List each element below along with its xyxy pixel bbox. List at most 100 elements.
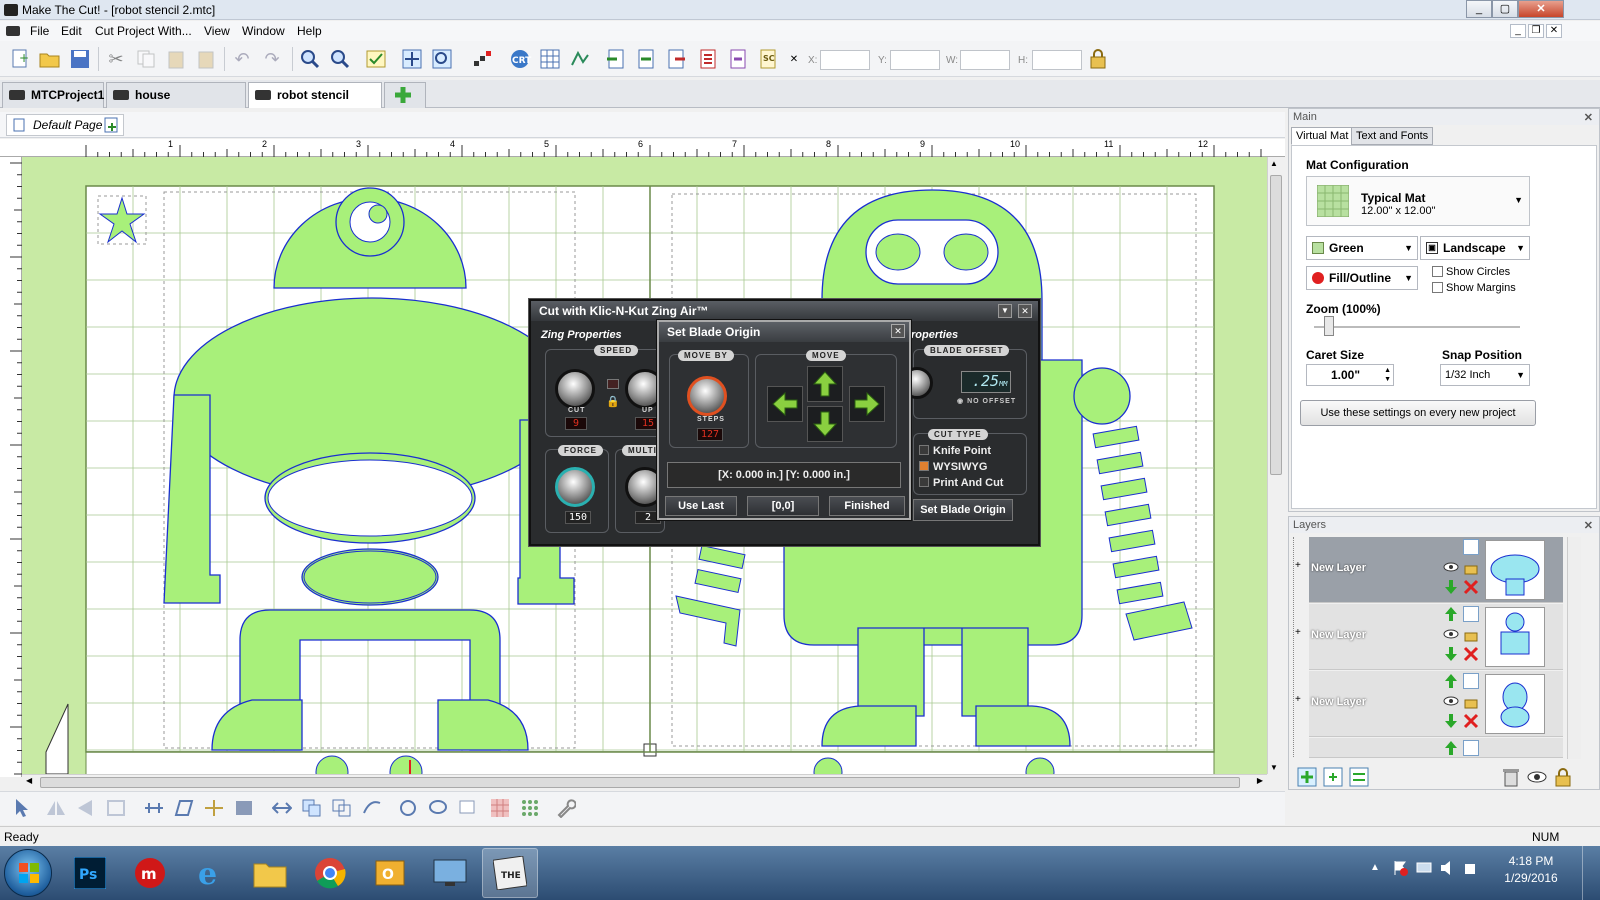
w-field[interactable]: [960, 50, 1010, 70]
lock-icon[interactable]: [1086, 47, 1110, 71]
delete-icon[interactable]: [1463, 646, 1479, 662]
show-margins-checkbox[interactable]: Show Margins: [1432, 282, 1516, 294]
redo-icon[interactable]: ↷: [260, 47, 284, 71]
layer-row[interactable]: [1309, 738, 1563, 758]
unlock-icon[interactable]: [1463, 559, 1479, 575]
tab-house-numbers[interactable]: house numbers.mtc: [106, 82, 246, 126]
select-arrow-icon[interactable]: [10, 796, 34, 820]
menu-view[interactable]: View: [204, 24, 230, 38]
paste-special-icon[interactable]: [194, 47, 218, 71]
make-the-cut-icon[interactable]: THE: [482, 848, 538, 898]
set-blade-origin-button[interactable]: Set Blade Origin: [913, 499, 1013, 521]
close-icon[interactable]: ✕: [1584, 518, 1593, 534]
sc-icon[interactable]: SC: [756, 47, 780, 71]
rotate-icon[interactable]: [396, 796, 420, 820]
layers-scrollbar[interactable]: [1567, 537, 1581, 759]
start-button[interactable]: [4, 849, 52, 897]
mirror-icon[interactable]: [104, 796, 128, 820]
merge-layer-icon[interactable]: [1349, 767, 1369, 787]
open-folder-icon[interactable]: [38, 47, 62, 71]
align-center-icon[interactable]: [634, 47, 658, 71]
system-clock[interactable]: 4:18 PM 1/29/2016: [1496, 853, 1566, 887]
link-toggle[interactable]: [607, 379, 619, 389]
maximize-button[interactable]: ▢: [1492, 0, 1518, 18]
center-icon[interactable]: [202, 796, 226, 820]
zoom-slider-thumb[interactable]: [1324, 316, 1335, 336]
mdi-close-button[interactable]: ✕: [1546, 24, 1562, 38]
dropdown-icon[interactable]: ▼: [998, 304, 1012, 318]
close-icon[interactable]: ✕: [1584, 110, 1593, 126]
photoshop-icon[interactable]: Ps: [62, 848, 118, 898]
group-icon[interactable]: [300, 796, 324, 820]
layer-row[interactable]: + New Layer: [1295, 671, 1563, 737]
apply-settings-button[interactable]: Use these settings on every new project: [1300, 400, 1536, 426]
shape-edit-icon[interactable]: [360, 796, 384, 820]
move-down-button[interactable]: [807, 406, 843, 442]
x-field[interactable]: [820, 50, 870, 70]
wrench-icon[interactable]: [554, 796, 578, 820]
move-up-icon[interactable]: [1443, 740, 1459, 756]
visibility-icon[interactable]: [1527, 767, 1547, 787]
pattern-fill-icon[interactable]: [488, 796, 512, 820]
steps-knob[interactable]: [687, 376, 727, 416]
document-icon[interactable]: [6, 26, 20, 36]
pdf-icon[interactable]: [696, 47, 720, 71]
move-left-button[interactable]: [767, 386, 803, 422]
delete-icon[interactable]: [1463, 713, 1479, 729]
knife-point-option[interactable]: Knife Point: [919, 445, 991, 457]
move-down-icon[interactable]: [1443, 713, 1459, 729]
move-up-icon[interactable]: [1443, 606, 1459, 622]
close-button[interactable]: ✕: [1518, 0, 1564, 18]
menu-cut-project[interactable]: Cut Project With...: [95, 24, 192, 38]
slant-icon[interactable]: [172, 796, 196, 820]
origin-zero-button[interactable]: [0,0]: [747, 496, 819, 516]
layer-row[interactable]: + New Layer: [1295, 537, 1563, 603]
unlock-icon[interactable]: [1463, 626, 1479, 642]
add-tab-button[interactable]: [384, 82, 426, 108]
checklist-icon[interactable]: [364, 47, 388, 71]
trace-icon[interactable]: [430, 47, 454, 71]
move-down-icon[interactable]: [1443, 579, 1459, 595]
volume-icon[interactable]: [1440, 860, 1456, 876]
align-left-icon[interactable]: [604, 47, 628, 71]
zoom-in-icon[interactable]: [298, 47, 322, 71]
move-up-icon[interactable]: [1443, 673, 1459, 689]
align-right-icon[interactable]: [664, 47, 688, 71]
grid-icon[interactable]: [1463, 606, 1479, 622]
crt-icon[interactable]: CRT: [508, 47, 532, 71]
explorer-icon[interactable]: [242, 848, 298, 898]
paste-icon[interactable]: [164, 47, 188, 71]
flip-horizontal-icon[interactable]: [44, 796, 68, 820]
layer-row[interactable]: + New Layer: [1295, 604, 1563, 670]
weld-icon[interactable]: [270, 796, 294, 820]
zoom-out-icon[interactable]: [328, 47, 352, 71]
ungroup-icon[interactable]: [330, 796, 354, 820]
new-file-icon[interactable]: +: [8, 47, 32, 71]
tab-robot-stencil[interactable]: robot stencil 2.mtc: [248, 82, 382, 126]
dots-icon[interactable]: [518, 796, 542, 820]
menu-window[interactable]: Window: [242, 24, 285, 38]
close-small-icon[interactable]: ✕: [786, 47, 802, 71]
snap-tool-icon[interactable]: [400, 47, 424, 71]
show-desktop-button[interactable]: [1582, 846, 1600, 900]
y-field[interactable]: [890, 50, 940, 70]
show-circles-checkbox[interactable]: Show Circles: [1432, 266, 1510, 278]
path-icon[interactable]: [568, 47, 592, 71]
frame-icon[interactable]: [456, 796, 480, 820]
unlock-icon[interactable]: [1463, 693, 1479, 709]
desktop-app-icon[interactable]: [422, 848, 478, 898]
no-offset-option[interactable]: ◉ NO OFFSET: [957, 397, 1016, 405]
use-last-button[interactable]: Use Last: [665, 496, 737, 516]
grid-icon[interactable]: [1463, 539, 1479, 555]
force-knob[interactable]: [555, 467, 595, 507]
cut-speed-knob[interactable]: [555, 369, 595, 409]
menu-help[interactable]: Help: [297, 24, 322, 38]
print-and-cut-option[interactable]: Print And Cut: [919, 477, 1003, 489]
network-icon[interactable]: [1416, 860, 1432, 876]
undo-icon[interactable]: ↶: [230, 47, 254, 71]
wysiwyg-option[interactable]: WYSIWYG: [919, 461, 987, 473]
speech-icon[interactable]: [426, 796, 450, 820]
chrome-icon[interactable]: [302, 848, 358, 898]
menu-file[interactable]: File: [30, 24, 49, 38]
close-icon[interactable]: ✕: [891, 324, 905, 338]
